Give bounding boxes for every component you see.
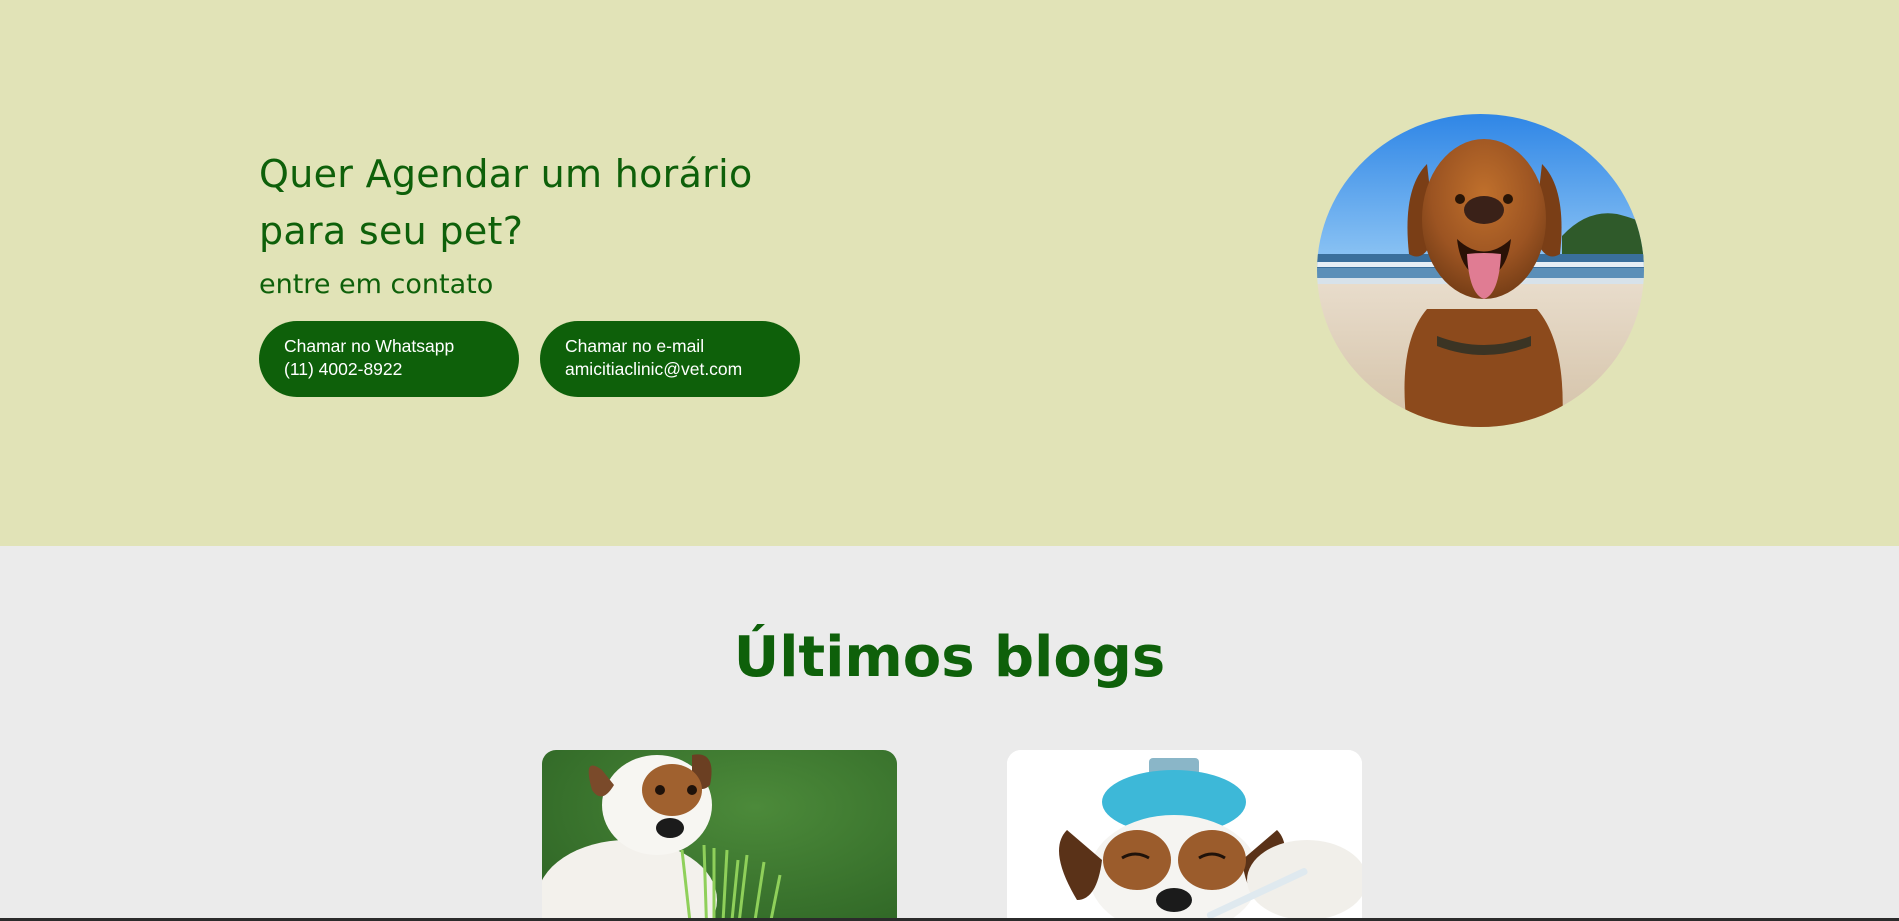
email-button-label: Chamar no e-mail [565, 336, 705, 356]
contact-title-line1: Quer Agendar um horário [259, 152, 753, 196]
contact-buttons: Chamar no Whatsapp (11) 4002-8922 Chamar… [259, 321, 800, 397]
contact-section: Quer Agendar um horário para seu pet? en… [0, 0, 1899, 546]
sick-dog-ice-pack-image [1007, 750, 1362, 921]
whatsapp-button[interactable]: Chamar no Whatsapp (11) 4002-8922 [259, 321, 519, 397]
page: Quer Agendar um horário para seu pet? en… [0, 0, 1899, 921]
whatsapp-button-phone: (11) 4002-8922 [284, 359, 403, 379]
email-button[interactable]: Chamar no e-mail amicitiaclinic@vet.com [540, 321, 800, 397]
blogs-heading: Últimos blogs [733, 625, 1166, 690]
contact-text: Quer Agendar um horário para seu pet? en… [259, 146, 819, 302]
dog-eating-grass-image [542, 750, 897, 921]
blog-card-dog-grass[interactable] [542, 750, 897, 921]
whatsapp-button-label: Chamar no Whatsapp [284, 336, 455, 356]
blog-card-sick-dog[interactable] [1007, 750, 1362, 921]
contact-subtitle: entre em contato [259, 269, 494, 300]
contact-title-line2: para seu pet? [259, 209, 524, 253]
contact-title: Quer Agendar um horário para seu pet? [259, 146, 819, 260]
email-button-address: amicitiaclinic@vet.com [565, 359, 743, 379]
golden-retriever-photo [1317, 114, 1644, 427]
